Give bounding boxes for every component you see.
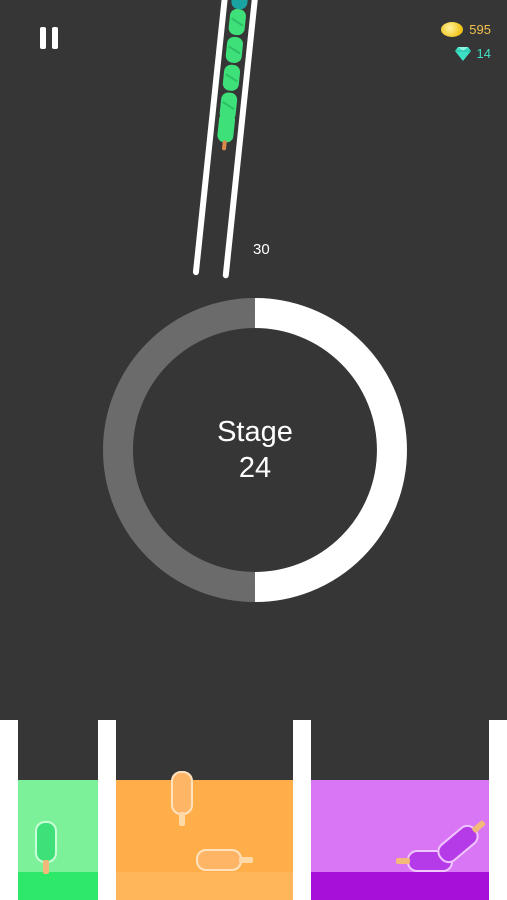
bin-divider [98,720,116,900]
green-bin[interactable] [18,780,98,900]
pause-button[interactable] [40,27,64,51]
gem-count: 14 [476,46,491,61]
tube-count: 30 [253,241,270,258]
coin-counter: 595 [441,22,491,37]
orange-popsicle [171,771,193,815]
green-popsicle [35,821,57,863]
orange-bin[interactable] [116,771,293,900]
color-bins [0,720,507,900]
stage-number: 24 [238,452,272,484]
coin-count: 595 [469,22,491,37]
bin-divider [293,720,311,900]
popsicle-tube [192,0,259,279]
orange-popsicle [196,849,242,871]
purple-bin[interactable] [311,780,490,900]
coin-icon [441,22,464,37]
bin-divider [489,720,507,900]
diamond-icon [454,46,471,61]
stage-title: Stage [217,416,293,448]
pause-icon-bar-left [40,27,46,49]
pause-icon-bar-right [52,27,58,49]
stage-label: Stage 24 [103,298,407,602]
bin-divider [0,720,18,900]
gem-counter: 14 [454,46,491,61]
